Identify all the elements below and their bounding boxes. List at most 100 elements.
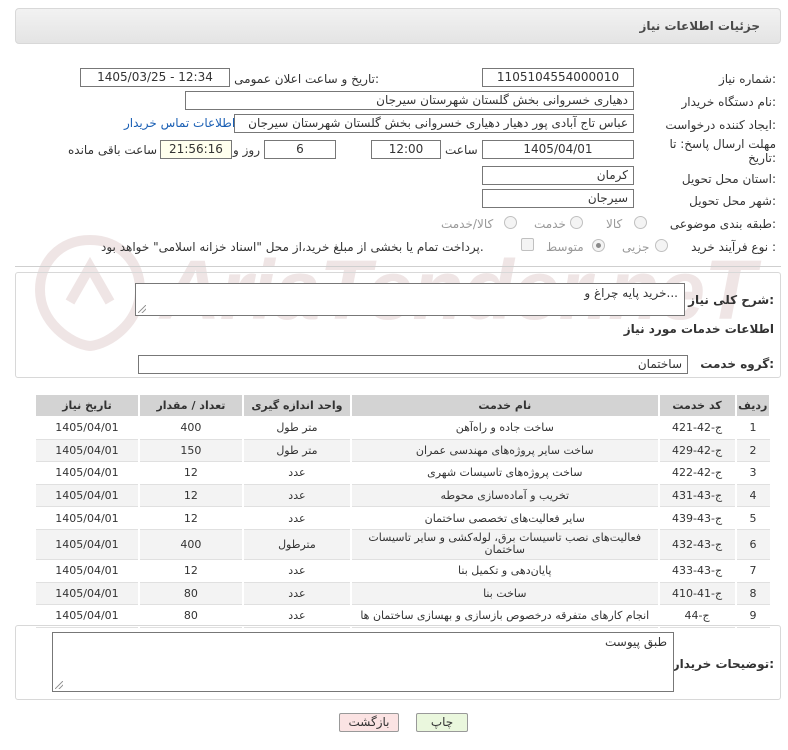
cell-need-date: 1405/04/01 [34, 439, 139, 463]
services-section-title: اطلاعات خدمات مورد نیاز [623, 322, 774, 336]
cell-service-name: ساخت جاده و راه‌آهن [349, 416, 659, 440]
buyer-contact-link[interactable]: اطلاعات تماس خریدار [124, 116, 235, 130]
cell-unit: عدد [241, 559, 351, 583]
cell-service-name: تخریب و آماده‌سازی محوطه [349, 484, 659, 508]
cell-unit: متر طول [241, 416, 351, 440]
cell-service-code: ج-42-422 [657, 461, 736, 485]
cell-need-date: 1405/04/01 [34, 484, 139, 508]
process-radio-minor[interactable] [655, 239, 668, 252]
section-divider [15, 266, 781, 267]
days-label: روز و [233, 143, 260, 157]
cell-service-name: ساخت پروژه‌های تاسیسات شهری [349, 461, 659, 485]
page-title: جزئیات اطلاعات نیاز [639, 19, 760, 33]
table-row: 6 ج-43-432 فعالیت‌های نصب تاسیسات برق، ل… [34, 529, 770, 560]
treasury-payment-checkbox[interactable] [521, 238, 534, 251]
cell-unit: عدد [241, 506, 351, 530]
col-header-quantity: تعداد / مقدار [137, 394, 244, 417]
summary-text: خرید پایه چراغ و... [584, 286, 678, 300]
cell-unit: عدد [241, 484, 351, 508]
cell-quantity: 12 [137, 461, 243, 485]
cell-service-name: پایان‌دهی و تکمیل بنا [349, 559, 659, 583]
col-header-row-number: ردیف [734, 394, 770, 417]
col-header-service-code: کد خدمت [657, 394, 736, 417]
cell-service-code: ج-44 [657, 604, 736, 628]
need-number-field: 1105104554000010 [482, 68, 634, 87]
cell-need-date: 1405/04/01 [34, 529, 139, 560]
cell-unit: متر طول [241, 439, 351, 463]
category-label: طبقه بندی موضوعی: [669, 217, 776, 231]
cell-need-date: 1405/04/01 [34, 461, 139, 485]
process-option-minor: جزیی [622, 240, 650, 254]
cell-row-number: 4 [734, 484, 770, 508]
category-radio-goods-service[interactable] [504, 216, 517, 229]
cell-quantity: 12 [137, 506, 243, 530]
province-field: کرمان [482, 166, 634, 185]
cell-row-number: 9 [734, 604, 770, 628]
table-row: 4 ج-43-431 تخریب و آماده‌سازی محوطه عدد … [34, 484, 770, 508]
announce-date-label: تاریخ و ساعت اعلان عمومی: [234, 72, 379, 86]
summary-textarea[interactable]: خرید پایه چراغ و... [135, 283, 685, 316]
cell-unit: عدد [241, 582, 351, 606]
requester-label: ایجاد کننده درخواست: [665, 118, 776, 132]
cell-quantity: 400 [137, 529, 243, 560]
table-row: 1 ج-42-421 ساخت جاده و راه‌آهن متر طول 4… [34, 416, 770, 440]
table-row: 5 ج-43-439 سایر فعالیت‌های تخصصی ساختمان… [34, 506, 770, 530]
category-option-goods-service: کالا/خدمت [441, 217, 494, 231]
cell-quantity: 12 [137, 484, 243, 508]
category-radio-goods[interactable] [634, 216, 647, 229]
cell-service-name: ساخت بنا [349, 582, 659, 606]
cell-service-code: ج-43-431 [657, 484, 736, 508]
deadline-date-field: 1405/04/01 [482, 140, 634, 159]
page-header: جزئیات اطلاعات نیاز [15, 8, 781, 44]
service-group-field: ساختمان [138, 355, 688, 374]
cell-unit: عدد [241, 461, 351, 485]
table-row: 8 ج-41-410 ساخت بنا عدد 80 1405/04/01 [34, 582, 770, 606]
buyer-notes-textarea[interactable]: طبق پیوست [52, 632, 674, 692]
col-header-unit: واحد اندازه گیری [241, 394, 352, 417]
cell-row-number: 8 [734, 582, 770, 606]
buyer-notes-text: طبق پیوست [605, 635, 667, 649]
back-button[interactable]: بازگشت [339, 713, 399, 732]
city-label: شهر محل تحویل: [689, 194, 776, 208]
resize-grip-icon[interactable] [55, 681, 63, 689]
time-remaining-field: 21:56:16 [160, 140, 232, 159]
cell-service-code: ج-43-432 [657, 529, 736, 560]
cell-row-number: 3 [734, 461, 770, 485]
resize-grip-icon[interactable] [138, 305, 146, 313]
deadline-time-label: ساعت [445, 143, 478, 157]
cell-service-code: ج-43-439 [657, 506, 736, 530]
need-number-label: شماره نیاز: [718, 72, 776, 86]
table-header-row: ردیف کد خدمت نام خدمت واحد اندازه گیری ت… [34, 394, 770, 417]
treasury-payment-note: پرداخت تمام یا بخشی از مبلغ خرید،از محل … [101, 240, 484, 254]
process-option-medium: متوسط [546, 240, 584, 254]
summary-label: شرح کلی نیاز: [688, 293, 774, 307]
buyer-org-label: نام دستگاه خریدار: [681, 95, 777, 109]
process-label: نوع فرآیند خرید : [691, 240, 776, 254]
print-button[interactable]: چاپ [416, 713, 468, 732]
cell-service-name: سایر فعالیت‌های تخصصی ساختمان [349, 506, 659, 530]
days-remaining-field: 6 [264, 140, 336, 159]
cell-need-date: 1405/04/01 [34, 506, 139, 530]
cell-unit: مترطول [241, 529, 351, 560]
cell-service-code: ج-42-429 [657, 439, 736, 463]
cell-row-number: 6 [734, 529, 770, 560]
cell-service-name: انجام کارهای متفرقه درخصوص بازسازی و بهس… [349, 604, 659, 628]
cell-service-code: ج-43-433 [657, 559, 736, 583]
category-option-service: خدمت [534, 217, 566, 231]
time-remaining-label: ساعت باقی مانده [68, 143, 158, 157]
cell-row-number: 5 [734, 506, 770, 530]
category-radio-service[interactable] [570, 216, 583, 229]
cell-unit: عدد [241, 604, 351, 628]
col-header-need-date: تاریخ نیاز [34, 394, 140, 417]
cell-service-code: ج-42-421 [657, 416, 736, 440]
cell-quantity: 12 [137, 559, 243, 583]
cell-need-date: 1405/04/01 [34, 559, 139, 583]
province-label: استان محل تحویل: [681, 172, 776, 186]
cell-row-number: 2 [734, 439, 770, 463]
city-field: سیرجان [482, 189, 634, 208]
announce-date-field: 1405/03/25 - 12:34 [80, 68, 230, 87]
table-row: 7 ج-43-433 پایان‌دهی و تکمیل بنا عدد 12 … [34, 559, 770, 583]
process-radio-medium[interactable] [592, 239, 605, 252]
buyer-org-field: دهیاری خسروانی بخش گلستان شهرستان سیرجان [185, 91, 634, 110]
deadline-label: مهلت ارسال پاسخ: تا تاریخ: [669, 137, 776, 165]
